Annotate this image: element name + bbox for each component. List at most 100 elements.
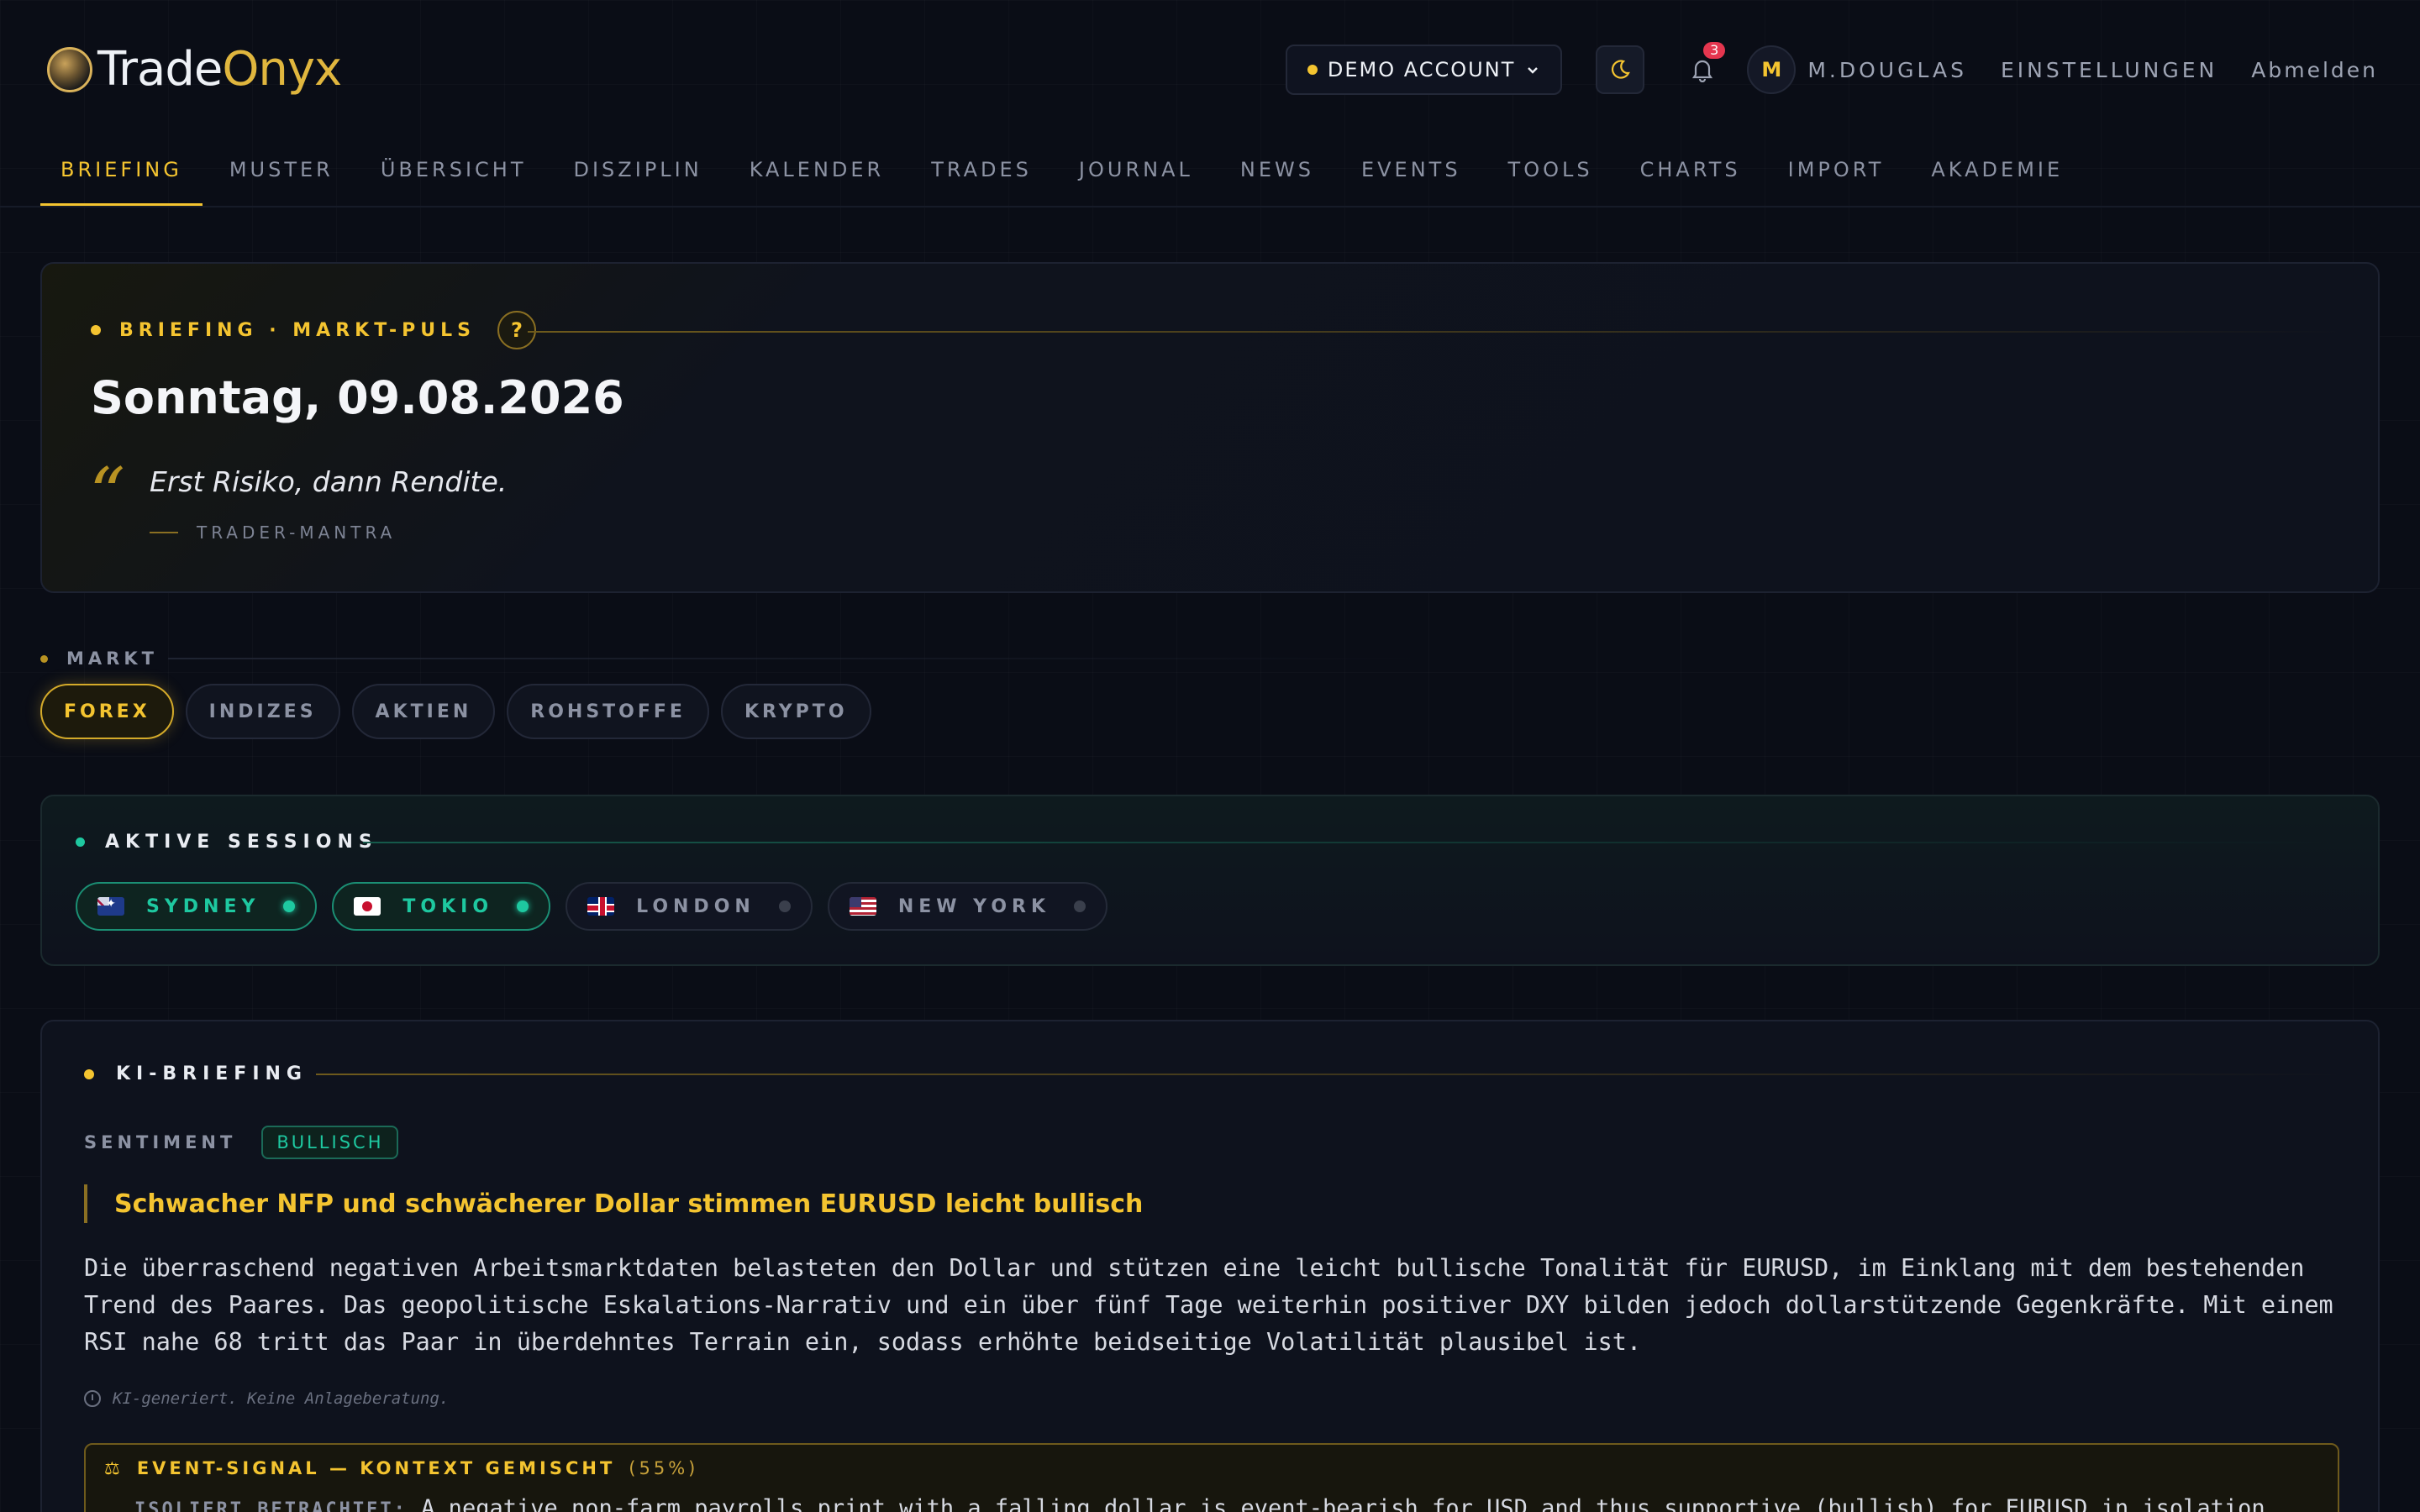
market-chip-krypto[interactable]: KRYPTO bbox=[720, 684, 871, 739]
tab-tools[interactable]: TOOLS bbox=[1488, 139, 1613, 207]
theme-toggle-button[interactable] bbox=[1596, 45, 1645, 94]
sessions-title: AKTIVE SESSIONS bbox=[76, 832, 378, 853]
event-signal-box: ⚖ EVENT-SIGNAL — KONTEXT GEMISCHT (55%) … bbox=[84, 1443, 2339, 1512]
nav-divider bbox=[0, 206, 2420, 207]
app-root: TradeOnyx DEMO ACCOUNT 3 M M.DOUGLAS EIN… bbox=[0, 0, 2420, 1512]
logout-link[interactable]: Abmelden bbox=[2251, 58, 2378, 82]
market-divider bbox=[168, 658, 1428, 659]
ai-briefing-dot bbox=[84, 1068, 94, 1079]
market-chip-rohstoffe[interactable]: ROHSTOFFE bbox=[507, 684, 709, 739]
us-flag-icon bbox=[849, 897, 876, 916]
session-status-dot bbox=[1074, 900, 1086, 912]
briefing-card: BRIEFING · MARKT-PULS ? Sonntag, 09.08.2… bbox=[40, 262, 2380, 593]
ai-briefing-divider bbox=[316, 1074, 2349, 1075]
info-clock-icon bbox=[84, 1390, 101, 1407]
sentiment-row: SENTIMENT BULLISCH bbox=[84, 1126, 399, 1159]
ai-disclaimer: KI-generiert. Keine Anlageberatung. bbox=[84, 1389, 449, 1408]
event-signal-title: EVENT-SIGNAL — KONTEXT GEMISCHT bbox=[136, 1458, 616, 1478]
avatar[interactable]: M bbox=[1747, 45, 1797, 94]
sessions-divider bbox=[363, 842, 2346, 843]
main-nav: BRIEFING MUSTER ÜBERSICHT DISZIPLIN KALE… bbox=[40, 139, 2090, 207]
sentiment-badge: BULLISCH bbox=[261, 1126, 399, 1159]
uk-flag-icon bbox=[587, 897, 615, 916]
tab-uebersicht[interactable]: ÜBERSICHT bbox=[360, 139, 547, 207]
sessions-dot bbox=[76, 837, 85, 847]
brand-part-1: Trade bbox=[97, 42, 223, 97]
session-london[interactable]: LONDON bbox=[566, 882, 813, 931]
tab-import[interactable]: IMPORT bbox=[1768, 139, 1905, 207]
session-status-dot bbox=[778, 900, 791, 912]
eyebrow-divider bbox=[528, 331, 2343, 333]
disclaimer-text: KI-generiert. Keine Anlageberatung. bbox=[113, 1389, 450, 1408]
top-header: TradeOnyx DEMO ACCOUNT 3 M M.DOUGLAS EIN… bbox=[0, 0, 2420, 139]
market-filter: FOREX INDIZES AKTIEN ROHSTOFFE KRYPTO bbox=[40, 684, 871, 739]
tab-events[interactable]: EVENTS bbox=[1341, 139, 1481, 207]
eyebrow-dot bbox=[91, 325, 101, 335]
japan-flag-icon bbox=[354, 897, 381, 916]
account-selector[interactable]: DEMO ACCOUNT bbox=[1285, 45, 1563, 95]
session-name: LONDON bbox=[636, 895, 755, 917]
market-label-dot bbox=[40, 654, 48, 663]
event-signal-header: ⚖ EVENT-SIGNAL — KONTEXT GEMISCHT (55%) bbox=[104, 1458, 698, 1478]
account-status-dot bbox=[1307, 65, 1318, 75]
tab-charts[interactable]: CHARTS bbox=[1620, 139, 1761, 207]
session-status-dot bbox=[283, 900, 296, 912]
scale-icon: ⚖ bbox=[104, 1458, 124, 1478]
username-link[interactable]: M.DOUGLAS bbox=[1807, 58, 1967, 82]
tab-muster[interactable]: MUSTER bbox=[209, 139, 354, 207]
tab-trades[interactable]: TRADES bbox=[911, 139, 1052, 207]
bell-icon bbox=[1692, 60, 1713, 82]
session-name: NEW YORK bbox=[897, 895, 1051, 917]
market-chip-indizes[interactable]: INDIZES bbox=[185, 684, 340, 739]
notification-count-badge: 3 bbox=[1703, 42, 1726, 59]
brand-part-2: Onyx bbox=[222, 42, 342, 97]
briefing-eyebrow: BRIEFING · MARKT-PULS ? bbox=[91, 311, 536, 349]
event-signal-text: A negative non-farm payrolls print with … bbox=[421, 1495, 2279, 1512]
header-actions: DEMO ACCOUNT 3 M M.DOUGLAS EINSTELLUNGEN… bbox=[1285, 42, 2378, 96]
event-signal-percent: (55%) bbox=[629, 1458, 699, 1478]
account-label: DEMO ACCOUNT bbox=[1327, 58, 1516, 81]
brand-logo[interactable]: TradeOnyx bbox=[47, 42, 342, 97]
session-name: TOKIO bbox=[402, 895, 494, 917]
tab-news[interactable]: NEWS bbox=[1220, 139, 1334, 207]
sessions-card: AKTIVE SESSIONS SYDNEY TOKIO LONDON NEW … bbox=[40, 795, 2380, 966]
session-sydney[interactable]: SYDNEY bbox=[76, 882, 318, 931]
settings-link[interactable]: EINSTELLUNGEN bbox=[2001, 58, 2217, 82]
ai-briefing-card: KI-BRIEFING SENTIMENT BULLISCH Schwacher… bbox=[40, 1020, 2380, 1512]
session-name: SYDNEY bbox=[146, 895, 260, 917]
page-title: Sonntag, 09.08.2026 bbox=[91, 371, 624, 424]
quote-source: TRADER-MANTRA bbox=[150, 522, 396, 543]
market-label-text: MARKT bbox=[66, 648, 158, 669]
quote-source-text: TRADER-MANTRA bbox=[197, 522, 397, 543]
ai-briefing-title: KI-BRIEFING bbox=[84, 1063, 308, 1084]
market-chip-aktien[interactable]: AKTIEN bbox=[351, 684, 496, 739]
tab-akademie[interactable]: AKADEMIE bbox=[1911, 139, 2083, 207]
briefing-body: Die überraschend negativen Arbeitsmarktd… bbox=[84, 1254, 2333, 1356]
chevron-down-icon bbox=[1528, 67, 1539, 74]
quote-source-bar bbox=[150, 532, 178, 533]
notifications-button[interactable]: 3 bbox=[1678, 42, 1727, 94]
brand-name: TradeOnyx bbox=[97, 42, 342, 97]
help-button[interactable]: ? bbox=[497, 311, 536, 349]
moon-icon bbox=[1612, 60, 1631, 79]
quote-text: Erst Risiko, dann Rendite. bbox=[150, 465, 508, 498]
australia-flag-icon bbox=[97, 897, 124, 916]
event-signal-key: ISOLIERT BETRACHTET: bbox=[134, 1499, 408, 1512]
event-signal-body: ISOLIERT BETRACHTET: A negative non-farm… bbox=[134, 1495, 2279, 1512]
globe-icon bbox=[47, 46, 92, 92]
tab-kalender[interactable]: KALENDER bbox=[729, 139, 905, 207]
market-section-label: MARKT bbox=[40, 648, 158, 669]
sentiment-label: SENTIMENT bbox=[84, 1132, 237, 1152]
tab-journal[interactable]: JOURNAL bbox=[1059, 139, 1213, 207]
sessions-title-text: AKTIVE SESSIONS bbox=[105, 832, 378, 853]
briefing-eyebrow-text: BRIEFING · MARKT-PULS bbox=[119, 319, 476, 341]
tab-disziplin[interactable]: DISZIPLIN bbox=[554, 139, 723, 207]
briefing-headline: Schwacher NFP und schwächerer Dollar sti… bbox=[84, 1184, 1143, 1223]
ai-briefing-title-text: KI-BRIEFING bbox=[116, 1063, 308, 1084]
session-tokio[interactable]: TOKIO bbox=[332, 882, 551, 931]
session-new-york[interactable]: NEW YORK bbox=[827, 882, 1108, 931]
tab-briefing[interactable]: BRIEFING bbox=[40, 139, 203, 207]
session-status-dot bbox=[517, 900, 529, 912]
quote-icon: “ bbox=[89, 453, 125, 535]
market-chip-forex[interactable]: FOREX bbox=[40, 684, 174, 739]
